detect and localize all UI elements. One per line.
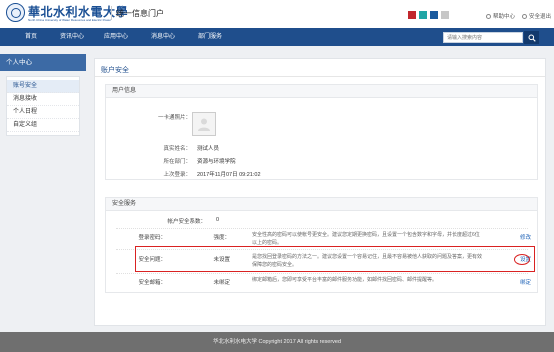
password-strength-status: 强度： [213,235,230,241]
nav-message-center[interactable]: 消息中心 [151,28,175,46]
university-seal-icon [6,3,25,22]
security-score-value: 0 [216,217,220,223]
title-divider [95,76,545,77]
help-center-link[interactable]: 帮助中心 [486,12,515,20]
sidebar-title: 个人中心 [0,54,86,71]
security-email-description: 绑定邮箱后，您即可享受平台丰富的邮件服务功能，如邮件找回密码、邮件提醒等。 [252,277,438,283]
logo-divider [111,6,112,20]
bind-email-link[interactable]: 绑定 [520,278,531,286]
real-name-label: 真实姓名： [163,146,191,152]
sidebar-menu: 账号安全 消息接收 个人日程 自定义组 [6,76,80,136]
modify-password-link[interactable]: 修改 [520,233,531,241]
department-label: 所在部门： [163,159,191,165]
theme-blue-swatch[interactable] [430,11,438,19]
nav-home[interactable]: 首页 [25,28,37,46]
logout-label: 安全退出 [529,14,552,20]
security-title: 安全服务 [106,198,537,211]
footer: 华北水利水电大学 Copyright 2017 All rights reser… [0,332,554,352]
search-icon [528,34,536,42]
theme-teal-swatch[interactable] [419,11,427,19]
sidebar: 个人中心 账号安全 消息接收 个人日程 自定义组 [0,54,86,327]
user-info-title: 用户信息 [106,85,537,98]
login-password-label: 登录密码： [138,235,166,241]
sidebar-item-message-receive[interactable]: 消息接收 [7,93,79,106]
avatar [192,112,216,136]
user-placeholder-icon [198,118,210,131]
sidebar-item-personal-schedule[interactable]: 个人日程 [7,106,79,119]
top-header: 華北水利水電大學 North China University of Water… [0,0,554,28]
sidebar-item-account-security[interactable]: 账号安全 [7,80,79,93]
theme-red-swatch[interactable] [408,11,416,19]
theme-gray-swatch[interactable] [441,11,449,19]
department-value: 资源与环境学院 [197,159,236,165]
set-action-highlight-ring [514,254,530,265]
main-content: 账户安全 用户信息 一卡通照片： 真实姓名： 测试人员 所在部门： 资源与环境学… [94,58,546,326]
page-title: 账户安全 [101,67,129,74]
logout-link[interactable]: 安全退出 [522,12,551,20]
nav-app-center[interactable]: 应用中心 [104,28,128,46]
power-icon [522,13,527,19]
security-score-label: 帐户安全系数： [167,219,206,225]
user-info-panel: 用户信息 一卡通照片： 真实姓名： 测试人员 所在部门： 资源与环境学院 上次登… [105,84,538,180]
sidebar-item-custom-group[interactable]: 自定义组 [7,119,79,132]
row-divider [116,228,528,229]
photo-label: 一卡通照片： [157,115,191,121]
security-email-label: 安全邮箱： [138,280,166,286]
security-email-status: 未绑定 [213,280,230,286]
security-question-highlight-box [135,246,535,272]
search-button[interactable] [524,31,539,44]
row-divider [116,273,528,274]
help-icon [486,13,491,19]
portal-title: 统一信息门户 [116,9,164,18]
security-panel: 安全服务 帐户安全系数： 0 登录密码： 强度： 安全性高的密码可以使帐号更安全… [105,197,538,293]
last-login-label: 上次登录： [163,172,191,178]
university-logo-english: North China University of Water Resource… [28,18,112,22]
nav-department-services[interactable]: 部门服务 [198,28,222,46]
last-login-value: 2017年11月07日 09:21:02 [197,172,261,178]
help-center-label: 帮助中心 [493,14,516,20]
real-name-value: 测试人员 [197,146,220,152]
nav-news-center[interactable]: 资讯中心 [60,28,84,46]
password-description: 安全性高的密码可以使帐号更安全。建议您定期更换密码，且设置一个包含数字和字母，并… [252,232,480,246]
search-input[interactable] [443,32,523,43]
